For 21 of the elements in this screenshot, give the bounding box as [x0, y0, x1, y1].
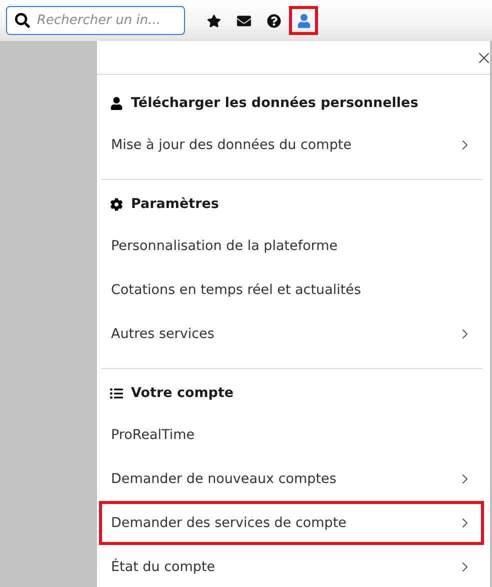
star-icon: [206, 14, 220, 28]
section-title: Votre compte: [131, 385, 234, 401]
user-icon-button[interactable]: [289, 6, 318, 35]
menu-item[interactable]: Demander des services de compte: [99, 501, 484, 545]
settings-icon: [110, 198, 123, 210]
section-title: Paramètres: [131, 196, 219, 212]
menu-item[interactable]: Cotations en temps réel et actualités: [99, 268, 484, 312]
menu-item[interactable]: Demander de nouveaux comptes: [99, 457, 484, 501]
help-icon: [266, 14, 280, 28]
menu-item[interactable]: État du compte: [99, 545, 484, 587]
menu-item[interactable]: Autres services: [99, 312, 484, 356]
user-icon: [296, 14, 310, 28]
menu-item[interactable]: Mise à jour des données du compte: [99, 123, 484, 167]
user-icon: [110, 96, 123, 110]
section-title: Télécharger les données personnelles: [131, 95, 418, 111]
envelope-icon: [236, 14, 250, 28]
menu-item[interactable]: ProRealTime: [99, 413, 484, 457]
search-icon: [15, 13, 30, 28]
list-icon: [110, 386, 123, 400]
search-field[interactable]: Rechercher un in...: [6, 6, 185, 35]
menu-item[interactable]: Personnalisation de la plateforme: [99, 224, 484, 268]
